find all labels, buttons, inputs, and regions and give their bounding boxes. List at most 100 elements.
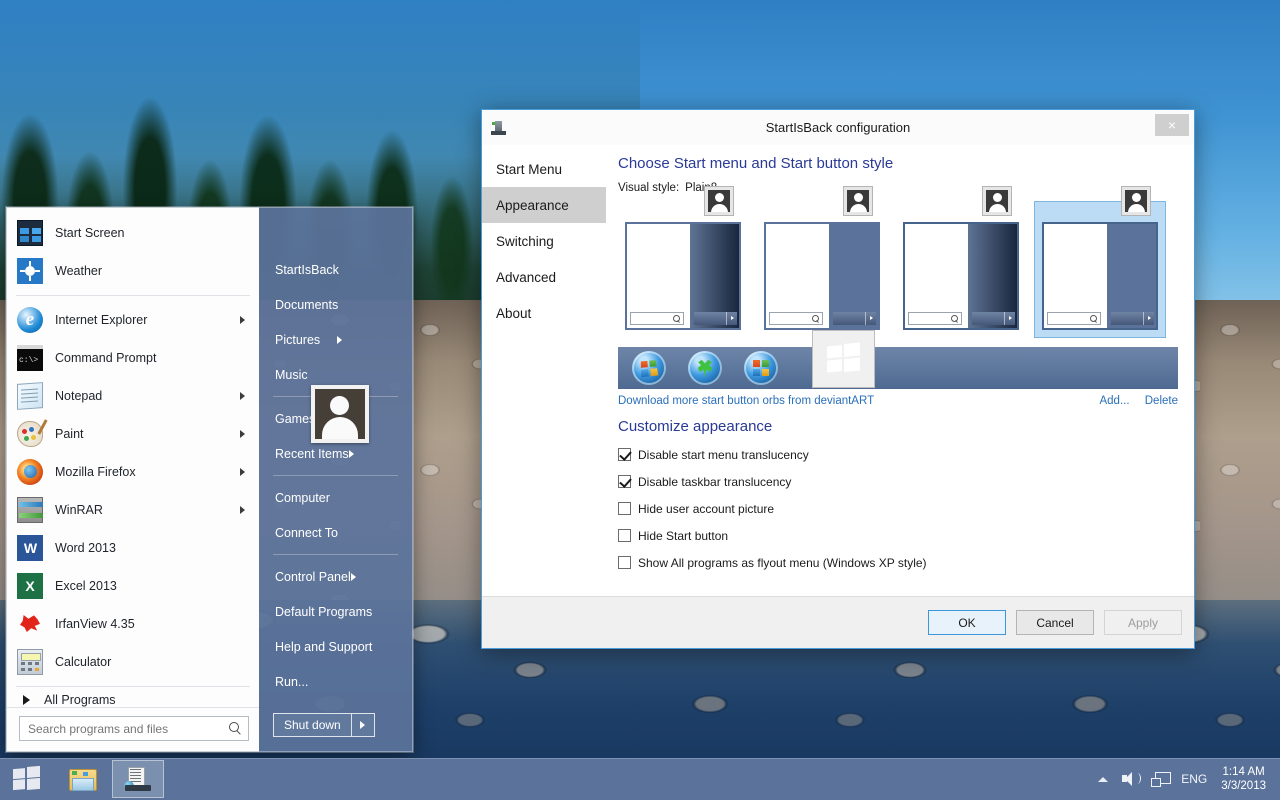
start-menu-item-calculator[interactable]: Calculator (7, 643, 259, 681)
right-item-connect-to[interactable]: Connect To (259, 515, 412, 550)
checkbox-hide-user-account-picture[interactable] (618, 502, 631, 515)
start-menu-item-paint[interactable]: Paint (7, 415, 259, 453)
appearance-panel: Choose Start menu and Start button style… (606, 145, 1194, 596)
taskbar-file-explorer[interactable] (56, 760, 108, 798)
nav-item-start-menu[interactable]: Start Menu (482, 151, 606, 187)
orb-windows7-blue[interactable] (632, 351, 666, 385)
right-item-label: Default Programs (275, 605, 404, 619)
start-menu-item-weather[interactable]: Weather (7, 252, 259, 290)
start-menu-item-winrar[interactable]: WinRAR (7, 491, 259, 529)
start-menu-item-irfanview[interactable]: IrfanView 4.35 (7, 605, 259, 643)
nav-item-appearance[interactable]: Appearance (482, 187, 606, 223)
start-menu-item-label: Command Prompt (55, 351, 251, 365)
submenu-arrow-icon (351, 573, 404, 581)
shutdown-area: Shut down (259, 703, 412, 751)
search-box[interactable] (19, 716, 249, 741)
clock-time: 1:14 AM (1221, 765, 1266, 779)
nav-item-about[interactable]: About (482, 295, 606, 331)
ok-button[interactable]: OK (928, 610, 1006, 635)
nav-item-advanced[interactable]: Advanced (482, 259, 606, 295)
start-menu-program-list: Start Screen Weather Internet Explorer C… (7, 208, 259, 692)
checkbox-row-disable-start-menu-translucency[interactable]: Disable start menu translucency (618, 441, 1178, 468)
style-thumb-2[interactable] (757, 202, 887, 337)
start-menu-item-label: Notepad (55, 389, 240, 403)
start-menu-item-notepad[interactable]: Notepad (7, 377, 259, 415)
show-hidden-icons-arrow[interactable] (1095, 771, 1111, 787)
style-thumb-1[interactable] (618, 202, 748, 337)
right-item-label: Run... (275, 675, 404, 689)
start-menu-item-start-screen[interactable]: Start Screen (7, 214, 259, 252)
checkbox-row-disable-taskbar-translucency[interactable]: Disable taskbar translucency (618, 468, 1178, 495)
window-title: StartIsBack configuration (482, 120, 1194, 135)
checkbox-row-hide-start-button[interactable]: Hide Start button (618, 522, 1178, 549)
style-thumb-4[interactable] (1035, 202, 1165, 337)
clock[interactable]: 1:14 AM 3/3/2013 (1217, 765, 1270, 793)
start-menu-item-excel-2013[interactable]: Excel 2013 (7, 567, 259, 605)
delete-orb-link[interactable]: Delete (1145, 395, 1178, 407)
right-item-help-and-support[interactable]: Help and Support (259, 629, 412, 664)
checkbox-label: Disable taskbar translucency (638, 475, 791, 489)
style-preview (625, 222, 741, 330)
download-orbs-link[interactable]: Download more start button orbs from dev… (618, 395, 874, 407)
checkbox-hide-start-button[interactable] (618, 529, 631, 542)
add-orb-link[interactable]: Add... (1099, 395, 1129, 407)
start-menu[interactable]: Start Screen Weather Internet Explorer C… (6, 207, 413, 752)
orb-windows7-colour[interactable] (744, 351, 778, 385)
shutdown-button[interactable]: Shut down (274, 714, 351, 736)
cancel-button[interactable]: Cancel (1016, 610, 1094, 635)
right-item-startisback[interactable]: StartIsBack (259, 252, 412, 287)
style-thumb-3[interactable] (896, 202, 1026, 337)
style-preview (1042, 222, 1158, 330)
network-icon[interactable] (1151, 770, 1171, 788)
right-item-label: StartIsBack (275, 263, 404, 277)
right-pane-separator (273, 475, 398, 476)
checkbox-disable-taskbar-translucency[interactable] (618, 475, 631, 488)
taskbar-startisback[interactable] (112, 760, 164, 798)
orb-clover-green[interactable] (688, 351, 722, 385)
internet-explorer-icon (17, 307, 43, 333)
right-item-default-programs[interactable]: Default Programs (259, 594, 412, 629)
right-item-pictures[interactable]: Pictures (259, 322, 412, 357)
checkbox-row-hide-user-account-picture[interactable]: Hide user account picture (618, 495, 1178, 522)
window-title-bar[interactable]: StartIsBack configuration × (482, 110, 1194, 145)
shutdown-control[interactable]: Shut down (273, 713, 375, 737)
submenu-arrow-icon (349, 450, 404, 458)
user-account-picture[interactable] (311, 385, 369, 443)
preview-shutdown-button (972, 312, 1015, 325)
start-screen-icon (17, 220, 43, 246)
checkbox-disable-start-menu-translucency[interactable] (618, 448, 631, 461)
nav-item-label: Start Menu (496, 162, 562, 177)
search-input[interactable] (28, 722, 229, 736)
preview-avatar (982, 186, 1012, 216)
all-programs-button[interactable]: All Programs (7, 692, 259, 707)
shutdown-options-arrow[interactable] (352, 714, 374, 736)
right-item-documents[interactable]: Documents (259, 287, 412, 322)
start-menu-item-internet-explorer[interactable]: Internet Explorer (7, 301, 259, 339)
weather-icon (17, 258, 43, 284)
start-menu-item-label: Weather (55, 264, 251, 278)
taskbar: ENG 1:14 AM 3/3/2013 (0, 758, 1280, 800)
apply-button: Apply (1104, 610, 1182, 635)
style-preview (903, 222, 1019, 330)
right-item-run[interactable]: Run... (259, 664, 412, 699)
submenu-arrow-icon (240, 430, 245, 438)
windows-logo-icon (827, 344, 860, 374)
start-menu-item-command-prompt[interactable]: Command Prompt (7, 339, 259, 377)
start-menu-item-mozilla-firefox[interactable]: Mozilla Firefox (7, 453, 259, 491)
checkbox-show-all-programs-flyout[interactable] (618, 556, 631, 569)
volume-icon[interactable] (1121, 770, 1141, 788)
start-button[interactable] (0, 758, 52, 800)
orb-windows8-white[interactable] (812, 330, 875, 388)
all-programs-arrow-icon (23, 695, 30, 705)
start-menu-item-word-2013[interactable]: Word 2013 (7, 529, 259, 567)
right-item-label: Music (275, 368, 404, 382)
checkbox-row-show-all-programs-flyout[interactable]: Show All programs as flyout menu (Window… (618, 549, 1178, 576)
nav-item-switching[interactable]: Switching (482, 223, 606, 259)
right-item-control-panel[interactable]: Control Panel (259, 559, 412, 594)
language-indicator[interactable]: ENG (1181, 772, 1207, 786)
startisback-configuration-window[interactable]: StartIsBack configuration × Start Menu A… (481, 109, 1195, 649)
orb-links-row: Download more start button orbs from dev… (618, 395, 1178, 407)
notepad-icon (17, 382, 43, 410)
close-icon[interactable]: × (1155, 114, 1189, 136)
right-item-computer[interactable]: Computer (259, 480, 412, 515)
